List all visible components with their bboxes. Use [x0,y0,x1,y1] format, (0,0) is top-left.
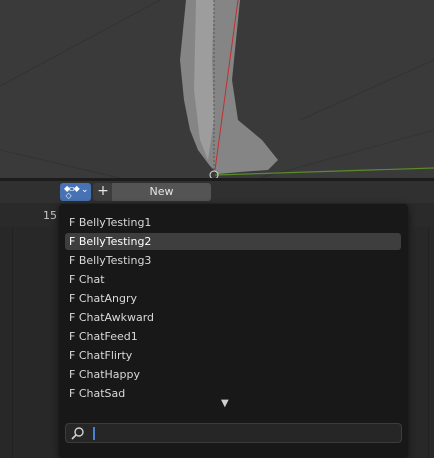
menu-item-chatawkward[interactable]: F ChatAwkward [65,309,401,326]
new-action-button[interactable]: New [112,183,211,201]
grid-line [12,227,13,458]
menu-item-bellytesting2[interactable]: F BellyTesting2 [65,233,401,250]
scroll-down-icon[interactable]: ▼ [221,398,229,409]
viewport-scene [0,0,434,178]
menu-item-bellytesting3[interactable]: F BellyTesting3 [65,252,401,269]
action-browse-dropdown: F BellyTesting1 F BellyTesting2 F BellyT… [59,204,408,458]
search-input[interactable] [98,425,388,441]
chevron-down-icon: ⌄ [81,185,89,195]
browse-action-button[interactable]: ◆▫◆ ◇ ⌄ [60,183,91,201]
menu-item-chatsad[interactable]: F ChatSad [65,385,401,402]
menu-item-chatangry[interactable]: F ChatAngry [65,290,401,307]
search-icon [71,426,85,443]
menu-item-bellytesting1[interactable]: F BellyTesting1 [65,214,401,231]
action-editor-header: ◆▫◆ ◇ ⌄ + New [0,181,434,203]
text-cursor [93,427,95,440]
menu-item-chatflirty[interactable]: F ChatFlirty [65,347,401,364]
menu-item-chatfeed1[interactable]: F ChatFeed1 [65,328,401,345]
add-action-button[interactable]: + [93,183,113,201]
menu-item-chat[interactable]: F Chat [65,271,401,288]
action-icon: ◆▫◆ ◇ [64,184,80,200]
3d-viewport[interactable] [0,0,434,178]
search-field[interactable] [65,423,402,443]
grid-line [428,227,429,458]
menu-item-chathappy[interactable]: F ChatHappy [65,366,401,383]
frame-number-label: 15 [43,209,57,222]
